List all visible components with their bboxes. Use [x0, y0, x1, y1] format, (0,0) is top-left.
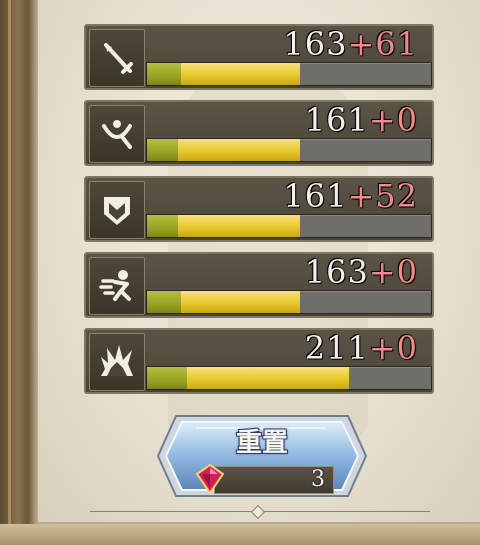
stat-bonus-value: +0 [368, 101, 418, 139]
merge-button-label: 重置 [235, 428, 288, 458]
stat-bar-base [147, 139, 179, 161]
stat-bar-base [147, 215, 179, 237]
stat-row-defense: 161+52 [84, 176, 434, 242]
stat-row-attack: 163+61 [84, 24, 434, 90]
stat-base-value: 163 [304, 253, 369, 291]
merge-count: 3 [311, 467, 325, 492]
running-figure-icon [89, 257, 145, 315]
stat-base-value: 161 [283, 177, 348, 215]
stat-value: 163+0 [305, 254, 418, 290]
merge-button[interactable]: 重置 3 [156, 414, 368, 498]
frame-left [0, 0, 40, 545]
arc-weapon-icon [89, 105, 145, 163]
stat-bar [146, 214, 432, 238]
stat-bonus-value: +52 [347, 177, 418, 215]
stat-bar [146, 290, 432, 314]
stat-row-speed: 161+0 [84, 100, 434, 166]
red-gem-icon [196, 464, 224, 494]
stat-value: 163+61 [283, 26, 418, 62]
stat-value: 161+0 [305, 102, 418, 138]
stat-bar [146, 138, 432, 162]
stat-bar-base [147, 63, 182, 85]
stat-bonus-value: +0 [368, 329, 418, 367]
shield-icon [89, 181, 145, 239]
bottom-frame [0, 524, 480, 545]
stat-value: 161+52 [283, 178, 418, 214]
stat-bonus-value: +0 [368, 253, 418, 291]
stat-bonus-value: +61 [347, 25, 418, 63]
sword-icon [89, 29, 145, 87]
stat-base-value: 163 [283, 25, 348, 63]
merge-count-box: 3 [214, 466, 334, 494]
stat-base-value: 161 [304, 101, 369, 139]
stat-bar [146, 62, 432, 86]
stat-value: 211+0 [305, 330, 418, 366]
stat-bar [146, 366, 432, 390]
stat-row-resistance: 211+0 [84, 328, 434, 394]
stat-base-value: 211 [304, 329, 369, 367]
stat-row-agility: 163+0 [84, 252, 434, 318]
stat-bar-base [147, 367, 187, 389]
stat-bar-base [147, 291, 182, 313]
burst-icon [89, 333, 145, 391]
